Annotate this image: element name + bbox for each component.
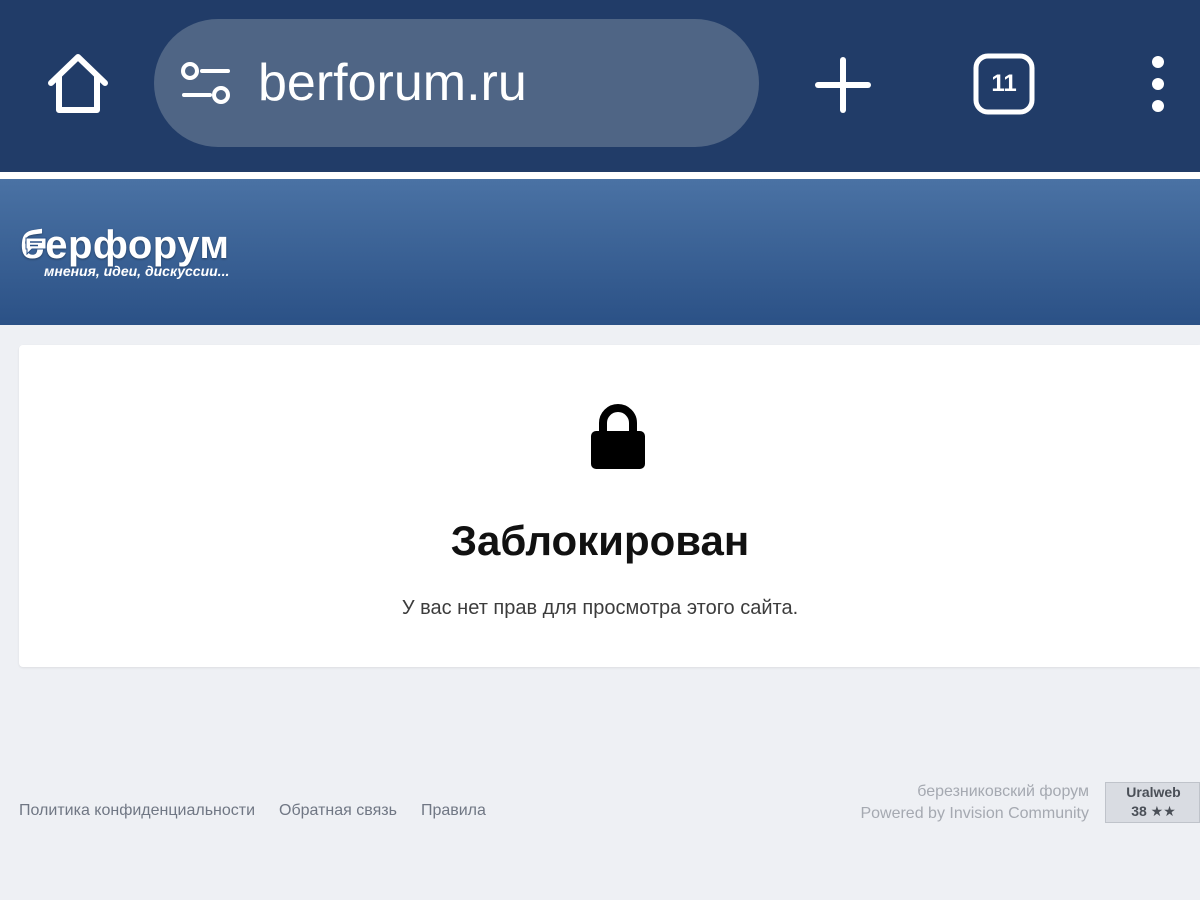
lock-icon xyxy=(591,404,645,469)
site-logo[interactable]: берфорум мнения, идеи, дискуссии... xyxy=(18,223,258,285)
logo-tagline: мнения, идеи, дискуссии... xyxy=(44,263,230,279)
url-text[interactable]: berforum.ru xyxy=(258,19,527,147)
blocked-message: У вас нет прав для просмотра этого сайта… xyxy=(401,597,799,619)
powered-by-credit[interactable]: Powered by Invision Community xyxy=(860,803,1089,825)
blocked-card: Заблокирован У вас нет прав для просмотр… xyxy=(19,345,1200,667)
page-title: Заблокирован xyxy=(450,517,750,564)
chrome-divider xyxy=(0,172,1200,179)
tab-switcher-button[interactable]: 11 xyxy=(972,52,1036,116)
speech-bubble-icon xyxy=(25,237,47,255)
more-vertical-icon xyxy=(1152,56,1164,112)
footer-credits: березниковский форум Powered by Invision… xyxy=(860,781,1089,825)
site-settings-icon[interactable] xyxy=(180,59,232,107)
feedback-link[interactable]: Обратная связь xyxy=(279,802,397,824)
forum-credit[interactable]: березниковский форум xyxy=(860,781,1089,803)
browser-toolbar: berforum.ru 11 xyxy=(0,0,1200,172)
logo-name: берфорум xyxy=(20,223,230,267)
counter-name: Uralweb xyxy=(1126,784,1181,800)
counter-badge[interactable]: Uralweb 38 ★★ xyxy=(1105,782,1200,823)
home-button[interactable] xyxy=(42,50,114,118)
counter-value: 38 ★★ xyxy=(1131,803,1176,819)
new-tab-button[interactable] xyxy=(812,54,874,116)
plus-icon xyxy=(815,57,871,113)
rules-link[interactable]: Правила xyxy=(421,802,486,824)
footer-links: Политика конфиденциальности Обратная свя… xyxy=(19,802,486,824)
home-icon xyxy=(48,54,108,113)
privacy-policy-link[interactable]: Политика конфиденциальности xyxy=(19,802,255,824)
browser-menu-button[interactable] xyxy=(1140,52,1176,116)
tabs-count: 11 xyxy=(991,70,1017,97)
address-bar[interactable]: berforum.ru xyxy=(154,19,759,147)
site-header: берфорум мнения, идеи, дискуссии... xyxy=(0,179,1200,325)
